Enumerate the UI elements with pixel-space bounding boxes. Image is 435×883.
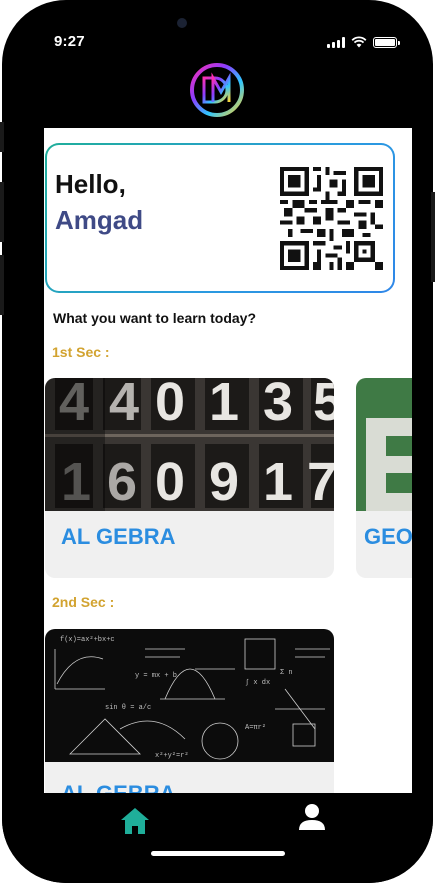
svg-text:6: 6	[107, 452, 137, 511]
svg-text:1: 1	[209, 378, 239, 432]
svg-text:5: 5	[313, 378, 334, 432]
svg-text:9: 9	[209, 452, 239, 511]
section-label-2nd: 2nd Sec :	[52, 594, 115, 610]
svg-text:sin θ = a/c: sin θ = a/c	[105, 704, 151, 712]
course-card-algebra-2nd[interactable]: f(x)=ax²+bx+c y = mx + b ∫ x dx sin θ = …	[45, 629, 334, 793]
course-title: GEOM	[364, 524, 412, 549]
course-title: AL GEBRA	[61, 781, 176, 793]
qr-code-icon[interactable]	[280, 167, 383, 270]
svg-text:A=πr²: A=πr²	[245, 724, 266, 732]
greeting-user-name: Amgad	[55, 205, 144, 235]
svg-text:3: 3	[263, 378, 293, 432]
greeting-hello: Hello,	[55, 169, 126, 199]
geometry-image	[356, 378, 412, 511]
svg-text:x²+y²=r²: x²+y²=r²	[155, 752, 189, 760]
home-icon[interactable]	[119, 806, 151, 836]
status-bar: 9:27	[2, 0, 433, 60]
section-label-1st: 1st Sec :	[52, 344, 110, 360]
svg-text:0: 0	[155, 378, 185, 432]
learn-prompt: What you want to learn today?	[53, 310, 257, 326]
app-logo-icon	[190, 63, 244, 117]
front-camera	[177, 18, 187, 28]
equations-image: f(x)=ax²+bx+c y = mx + b ∫ x dx sin θ = …	[45, 629, 334, 762]
status-icons	[327, 36, 400, 48]
numbers-image: 44 0135 16 0917	[45, 378, 334, 511]
svg-text:∫ x dx: ∫ x dx	[245, 679, 270, 687]
greeting-card: Hello, Amgad	[45, 143, 395, 293]
svg-text:7: 7	[307, 452, 334, 511]
svg-text:0: 0	[155, 452, 185, 511]
volume-up-button	[0, 182, 4, 242]
svg-text:4: 4	[109, 378, 139, 432]
course-card-geometry[interactable]: GEOM	[356, 378, 412, 578]
bottom-nav-bar	[2, 793, 433, 883]
course-card-algebra[interactable]: 44 0135 16 0917 AL GEBRA	[45, 378, 334, 578]
svg-text:1: 1	[263, 452, 293, 511]
svg-text:y = mx + b: y = mx + b	[135, 672, 177, 680]
svg-text:Σ n: Σ n	[280, 669, 293, 677]
home-indicator[interactable]	[151, 851, 285, 856]
phone-frame: 9:27 Hello, Amgad What you want to learn…	[2, 0, 433, 883]
volume-down-button	[0, 255, 4, 315]
user-icon[interactable]	[296, 802, 328, 832]
course-title: AL GEBRA	[61, 524, 176, 549]
wifi-icon	[351, 36, 367, 48]
svg-text:f(x)=ax²+bx+c: f(x)=ax²+bx+c	[60, 636, 115, 644]
power-button	[431, 192, 435, 282]
app-screen: Hello, Amgad What you want to learn toda…	[44, 128, 412, 793]
signal-icon	[327, 36, 345, 48]
battery-icon	[373, 36, 400, 48]
mute-switch	[0, 122, 4, 152]
status-time: 9:27	[54, 33, 85, 50]
